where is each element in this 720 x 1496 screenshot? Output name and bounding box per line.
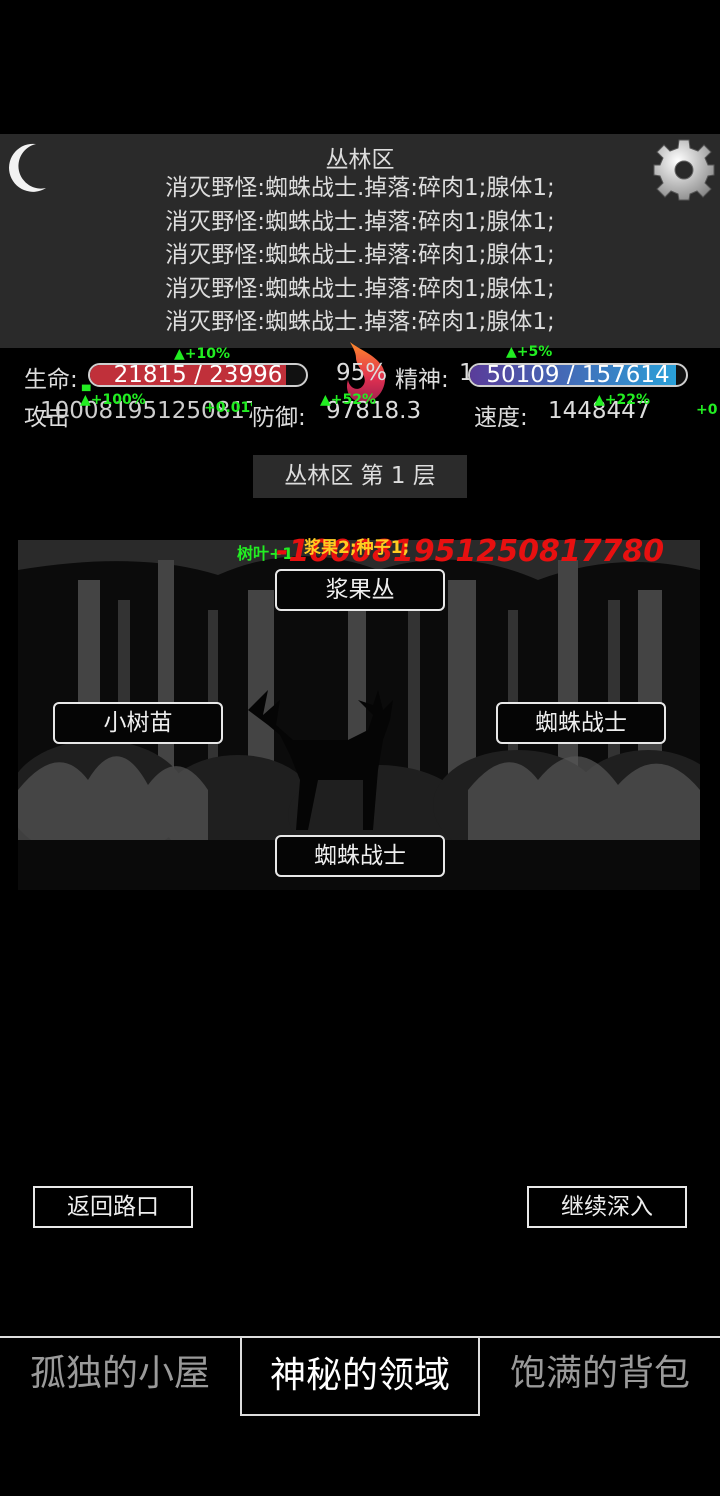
speed-buff-value: +22% (604, 392, 651, 408)
life-bar: 21815 / 23996 (88, 363, 308, 387)
hunger-percent: 95% (336, 360, 388, 386)
spider-warrior-button-bottom[interactable]: 蜘蛛战士 (275, 835, 445, 877)
spirit-label: 精神: (395, 367, 449, 393)
defense-buff-value: +52% (330, 392, 377, 408)
life-label: 生命: (24, 367, 78, 393)
berry-drop-popup: 浆果2;种子1; (304, 538, 410, 558)
log-line: 消灭野怪:蜘蛛战士.掉落:碎肉1;腺体1; (165, 309, 555, 335)
log-title: 丛林区 (325, 147, 395, 173)
defense-label: 防御: (252, 398, 306, 432)
tab-mystic-realm[interactable]: 神秘的领域 (240, 1336, 480, 1416)
log-line: 消灭野怪:蜘蛛战士.掉落:碎肉1;腺体1; (165, 275, 555, 302)
tab-cabin[interactable]: 孤独的小屋 (0, 1336, 240, 1416)
edge-buff: +0 (696, 402, 718, 418)
continue-deeper-button[interactable]: 继续深入 (527, 1186, 687, 1228)
berry-bush-button[interactable]: 浆果丛 (275, 569, 445, 611)
speed-buff: ▲+22% (594, 392, 651, 408)
battle-log-panel: 丛林区 消灭野怪:蜘蛛战士.掉落:碎肉1;腺体1; 消灭野怪:蜘蛛战士.掉落:碎… (0, 134, 720, 348)
life-buff: ▲+10% (174, 346, 231, 362)
life-bar-text: 21815 / 23996 (113, 363, 283, 387)
return-crossroad-button[interactable]: 返回路口 (33, 1186, 193, 1228)
spirit-buff-value: +5% (516, 344, 553, 360)
tab-backpack[interactable]: 饱满的背包 (480, 1336, 720, 1416)
speed-label: 速度: (474, 405, 528, 431)
spirit-bar-text: 50109 / 157614 (486, 363, 670, 387)
log-line: 消灭野怪:蜘蛛战士.掉落:碎肉1;腺体1; (165, 242, 555, 268)
floor-label: 丛林区 第 1 层 (253, 455, 467, 498)
attack-buff: ▲+100% (80, 392, 146, 408)
life-buff-value: +10% (184, 346, 231, 362)
attack-buff-value: +100% (90, 392, 146, 408)
spider-warrior-button-right[interactable]: 蜘蛛战士 (496, 702, 666, 744)
defense-buff: ▲+52% (320, 392, 377, 408)
sapling-button[interactable]: 小树苗 (53, 702, 223, 744)
spirit-buff: ▲+5% (506, 344, 553, 360)
spirit-bar: 50109 / 157614 (468, 363, 688, 387)
gear-icon[interactable] (652, 138, 716, 202)
log-lines: 消灭野怪:蜘蛛战士.掉落:碎肉1;腺体1; 消灭野怪:蜘蛛战士.掉落:碎肉1;腺… (0, 172, 720, 340)
log-line: 消灭野怪:蜘蛛战士.掉落:碎肉1;腺体1; (165, 175, 555, 201)
bottom-tab-bar: 孤独的小屋 神秘的领域 饱满的背包 (0, 1336, 720, 1416)
log-line: 消灭野怪:蜘蛛战士.掉落:碎肉1;腺体1; (165, 208, 555, 235)
